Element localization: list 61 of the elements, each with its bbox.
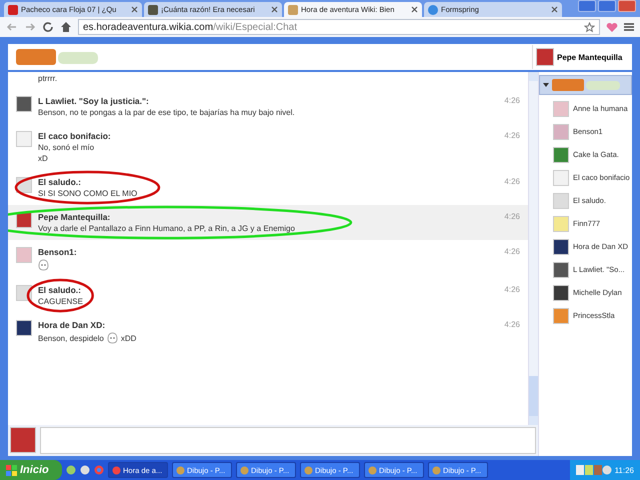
message-time: 4:26 — [504, 177, 520, 188]
message-text: Voy a darle el Pantallazo a Finn Humano, a PP, a Rin, a JG y a Enemigo — [38, 224, 295, 233]
clock: 11:26 — [614, 466, 634, 474]
caret-icon — [543, 83, 549, 87]
message-time: 4:26 — [504, 320, 520, 331]
play-icon — [8, 4, 18, 14]
emoticon-icon — [106, 332, 118, 344]
reload-icon[interactable] — [42, 21, 54, 33]
star-icon[interactable] — [584, 22, 595, 32]
paint-icon — [176, 466, 185, 474]
message-time: 4:26 — [504, 131, 520, 142]
room-header[interactable] — [539, 75, 632, 95]
message-text: Benson, despidelo — [38, 334, 104, 342]
site-icon — [288, 4, 298, 14]
username: El saludo.: — [38, 177, 82, 187]
current-username: Pepe Mantequilla — [557, 52, 622, 62]
message-time: 4:26 — [504, 212, 520, 223]
close-button[interactable] — [618, 0, 636, 12]
username: Benson1: — [38, 247, 77, 257]
message-time: 4:26 — [504, 247, 520, 258]
forward-icon[interactable] — [24, 21, 36, 33]
paint-icon — [304, 466, 313, 474]
message-input[interactable] — [40, 427, 536, 454]
paint-icon — [432, 466, 441, 474]
username: Hora de Dan XD: — [38, 320, 106, 330]
question-icon — [428, 4, 438, 14]
tray-icon — [576, 465, 612, 475]
message-time: 4:26 — [504, 285, 520, 296]
message-text: SI SI SONO COMO EL MIO — [38, 189, 138, 198]
back-icon[interactable] — [6, 21, 18, 33]
username: L Lawliet. "Soy la justicia.": — [38, 96, 150, 106]
message-text: xDD — [120, 334, 136, 342]
emoticon-icon — [38, 259, 49, 271]
paint-icon — [240, 466, 249, 474]
message-time: 4:26 — [504, 96, 520, 107]
paint-icon — [368, 466, 377, 474]
close-icon[interactable] — [551, 6, 558, 13]
scribble-circle — [28, 280, 93, 312]
home-icon[interactable] — [60, 21, 72, 33]
avatar-icon — [10, 427, 36, 453]
message-text: ptrrrr. — [38, 74, 58, 83]
username: El saludo.: — [38, 285, 82, 295]
address-bar[interactable]: es.horadeaventura.wikia.com/wiki/Especial:Chat — [78, 19, 600, 35]
message-text: Benson, no te pongas a la par de ese tipo, te bajarías ha muy bajo nivel. — [38, 108, 295, 117]
username: El caco bonifacio: — [38, 131, 111, 141]
close-icon[interactable] — [131, 6, 138, 13]
menu-icon[interactable] — [624, 22, 634, 32]
close-icon[interactable] — [411, 6, 418, 13]
message-text: xD — [38, 154, 48, 163]
maximize-button[interactable] — [598, 0, 616, 12]
logo-drawing — [552, 77, 622, 93]
avatar-icon — [536, 48, 554, 66]
message-text: CAGUENSE — [38, 297, 83, 306]
start-button[interactable]: Inicio — [0, 460, 62, 480]
username: Pepe Mantequilla: — [38, 212, 112, 222]
minimize-button[interactable] — [578, 0, 596, 12]
windows-logo-icon — [6, 464, 17, 476]
heart-icon[interactable] — [606, 22, 618, 32]
message-text: No, sonó el mío — [38, 143, 94, 152]
close-icon[interactable] — [271, 6, 278, 13]
site-icon — [148, 4, 158, 14]
